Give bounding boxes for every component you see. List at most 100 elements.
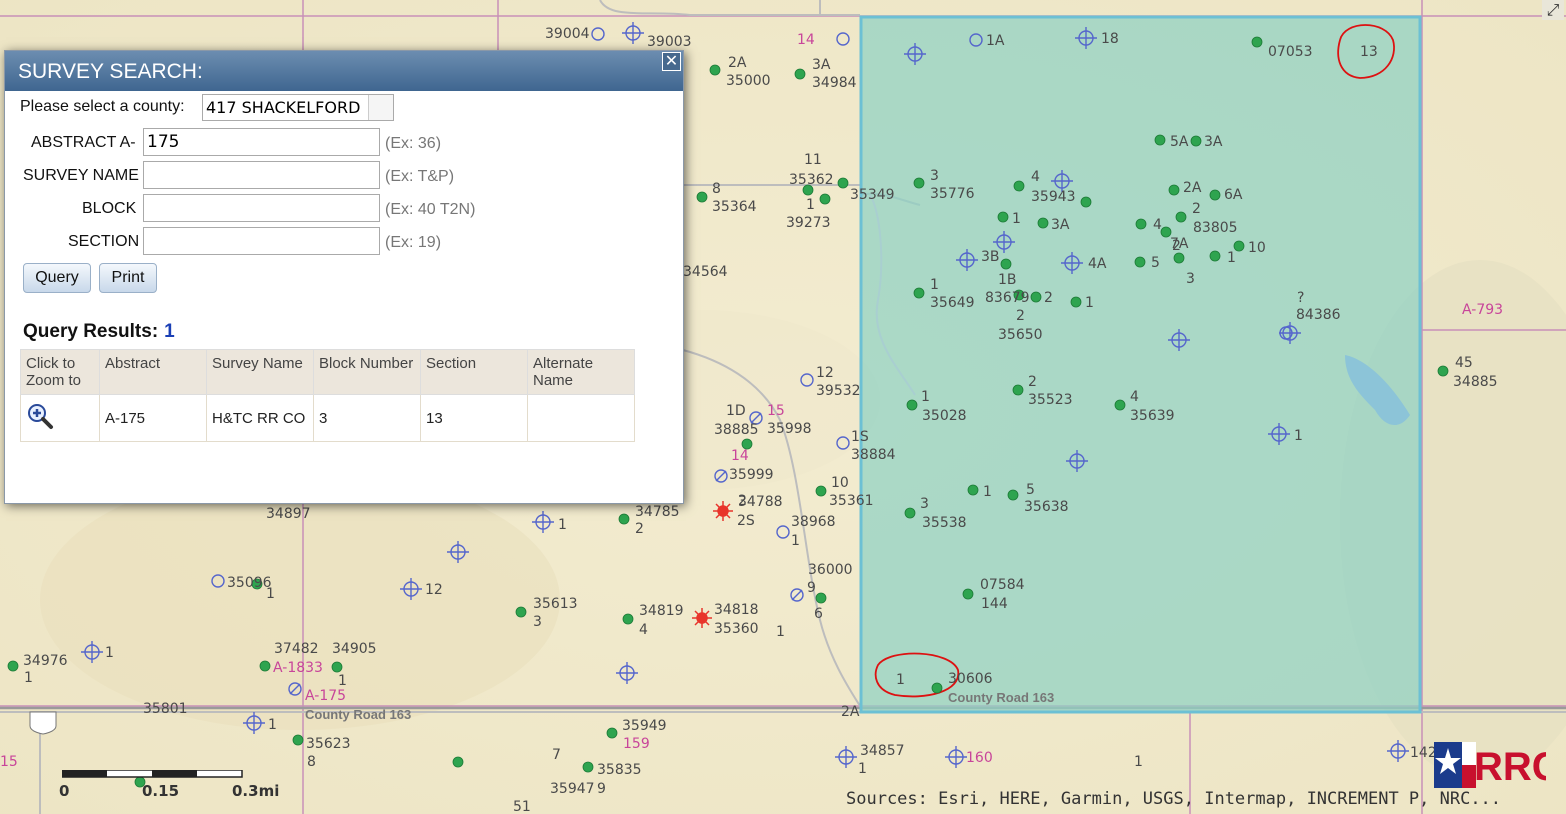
map-label: 9 xyxy=(807,580,816,596)
map-label: 1 xyxy=(896,672,905,688)
map-label: 34818 xyxy=(714,602,759,618)
map-label: 1 xyxy=(930,277,939,293)
map-label: ? xyxy=(1297,290,1304,306)
map-label: 1 xyxy=(1134,754,1143,770)
abstract-input[interactable] xyxy=(143,128,380,156)
map-label: 38885 xyxy=(714,422,759,438)
map-label: 35360 xyxy=(714,621,759,637)
col-header-survey-name: Survey Name xyxy=(206,349,314,395)
map-label: 35649 xyxy=(930,295,975,311)
map-label: 3 xyxy=(1186,271,1195,287)
map-label: 10 xyxy=(831,475,849,491)
survey-name-input[interactable] xyxy=(143,161,380,189)
map-label: 34885 xyxy=(1453,374,1498,390)
map-label: 35801 xyxy=(143,701,188,717)
map-label: 1 xyxy=(1227,250,1236,266)
map-label: 34897 xyxy=(266,506,311,522)
map-label: 35538 xyxy=(922,515,967,531)
map-label: 39532 xyxy=(816,383,861,399)
map-attribution[interactable]: Sources: Esri, HERE, Garmin, USGS, Inter… xyxy=(846,789,1501,809)
survey-name-label: SURVEY NAME xyxy=(23,167,139,184)
map-label: 36000 xyxy=(808,562,853,578)
close-icon[interactable]: ✕ xyxy=(662,52,681,71)
map-label: 1 xyxy=(1012,211,1021,227)
map-label: 3 xyxy=(920,496,929,512)
scale-label-max: 0.3mi xyxy=(232,782,280,800)
map-label: 35943 xyxy=(1031,189,1076,205)
map-label: 4 xyxy=(639,622,648,638)
map-label: 35349 xyxy=(850,187,895,203)
map-label: 2A xyxy=(1183,180,1202,196)
survey-name-cell: H&TC RR CO xyxy=(206,394,314,442)
results-header-row: Click to Zoom to Abstract Survey Name Bl… xyxy=(20,349,635,395)
map-label: 7A xyxy=(1170,236,1189,252)
map-label: 35613 xyxy=(533,596,578,612)
map-label: 10 xyxy=(1248,240,1266,256)
block-input[interactable] xyxy=(143,194,380,222)
map-label: 8 xyxy=(712,181,721,197)
col-header-abstract: Abstract xyxy=(99,349,207,395)
map-label: 3A xyxy=(812,57,831,73)
block-cell: 3 xyxy=(313,394,421,442)
block-example: (Ex: 40 T2N) xyxy=(385,201,476,218)
query-button[interactable]: Query xyxy=(23,263,91,293)
map-label: 83679 xyxy=(985,290,1030,306)
map-label: 142 xyxy=(1410,745,1437,761)
map-label: 18 xyxy=(1101,31,1119,47)
map-label: 2S xyxy=(737,513,755,529)
map-label: 1A xyxy=(986,33,1005,49)
map-label: 1S xyxy=(851,429,869,445)
map-label: 35947 xyxy=(550,781,595,797)
map-label: 34984 xyxy=(812,75,857,91)
map-label: 34785 xyxy=(635,504,680,520)
map-label: 15 xyxy=(767,403,785,419)
query-results-title: Query Results: xyxy=(23,321,159,342)
highlight-section-13 xyxy=(859,15,1422,714)
map-label: 5 xyxy=(1151,255,1160,271)
map-label: 1 xyxy=(1085,295,1094,311)
abstract-example: (Ex: 36) xyxy=(385,135,442,152)
section-input[interactable] xyxy=(143,227,380,255)
map-label: 35650 xyxy=(998,327,1043,343)
map-label: 14 xyxy=(731,448,749,464)
map-label: A-793 xyxy=(1462,302,1503,318)
map-label: 34564 xyxy=(683,264,728,280)
map-label: 4 xyxy=(1130,389,1139,405)
map-label: 30606 xyxy=(948,671,993,687)
map-label: 1 xyxy=(983,484,992,500)
map-label: 39004 xyxy=(545,26,590,42)
col-header-section: Section xyxy=(420,349,528,395)
map-label: 5A xyxy=(1170,134,1189,150)
zoom-in-icon[interactable] xyxy=(26,402,54,434)
map-label: 34905 xyxy=(332,641,377,657)
map-label: 2A xyxy=(841,704,860,720)
map-label: 1 xyxy=(776,624,785,640)
zoom-cell[interactable] xyxy=(20,394,100,442)
map-label: 51 xyxy=(513,799,531,814)
map-label: 35835 xyxy=(597,762,642,778)
map-label: 34819 xyxy=(639,603,684,619)
map-label: 39003 xyxy=(647,34,692,50)
map-label: 35776 xyxy=(930,186,975,202)
print-button[interactable]: Print xyxy=(99,263,157,293)
map-label: 2 xyxy=(1044,290,1053,306)
section-example: (Ex: 19) xyxy=(385,234,442,251)
county-label: Please select a county: xyxy=(20,98,185,115)
dialog-title: SURVEY SEARCH: xyxy=(5,51,683,91)
map-label: 1 xyxy=(791,533,800,549)
fullscreen-toggle-icon[interactable]: ⤢ xyxy=(1542,0,1564,20)
map-label: 1 xyxy=(266,586,275,602)
map-label: 1 xyxy=(921,389,930,405)
county-select[interactable]: 417 SHACKELFORD xyxy=(202,94,394,121)
map-label: 34976 xyxy=(23,653,68,669)
dropdown-arrow-icon xyxy=(368,95,393,120)
map-label: 39273 xyxy=(786,215,831,231)
map-label: 11 xyxy=(804,152,822,168)
alternate-name-cell xyxy=(527,394,635,442)
map-label: 12 xyxy=(816,365,834,381)
map-label: 35998 xyxy=(767,421,812,437)
query-results-heading: Query Results: 1 xyxy=(23,321,175,343)
map-label: 38968 xyxy=(791,514,836,530)
map-label: 1D xyxy=(726,403,746,419)
map-label: 35638 xyxy=(1024,499,1069,515)
